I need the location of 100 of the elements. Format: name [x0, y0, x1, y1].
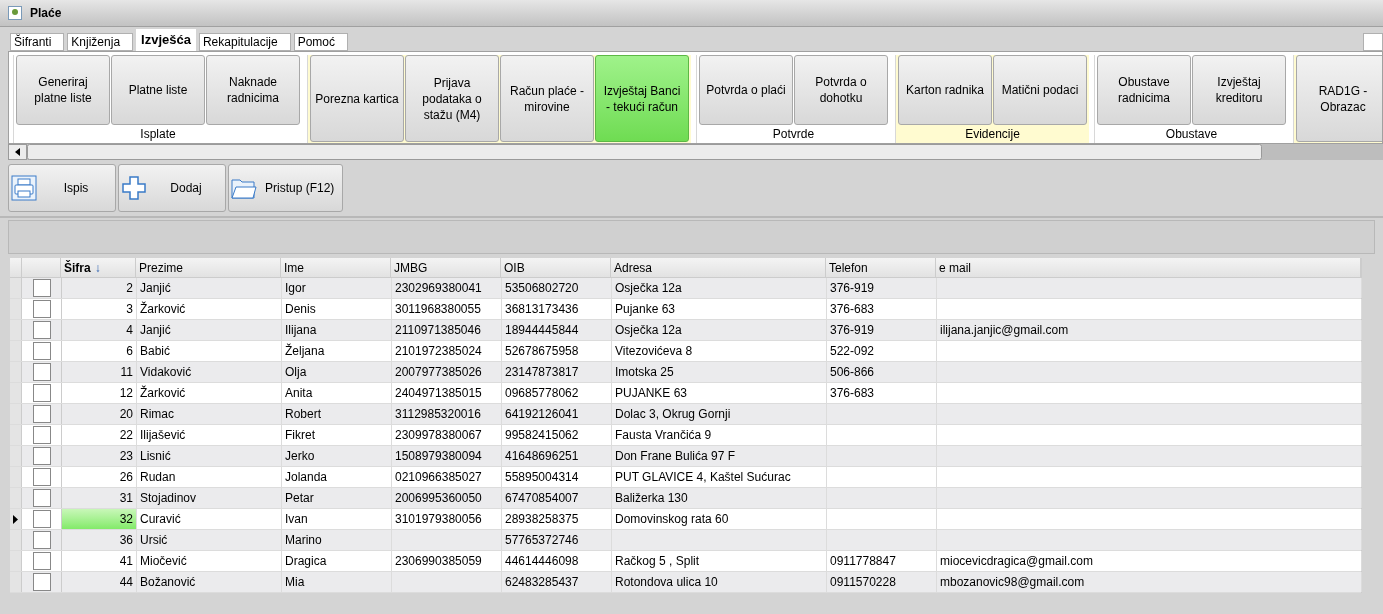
table-cell: 3112985320016 [392, 404, 502, 424]
ribbon-button[interactable]: Naknade radnicima [206, 55, 300, 125]
table-cell: 3101979380056 [392, 509, 502, 529]
toolbar-button[interactable]: Dodaj [118, 164, 226, 212]
ribbon-group-label: Obustave [1164, 126, 1219, 142]
table-cell: 11 [62, 362, 137, 382]
row-checkbox[interactable] [32, 426, 51, 444]
table-cell: 2309978380067 [392, 425, 502, 445]
table-cell: 22 [62, 425, 137, 445]
table-cell: Rotondova ulica 10 [612, 572, 827, 592]
ribbon-button[interactable]: Obustave radnicima [1097, 55, 1191, 125]
table-cell: Žarković [137, 299, 282, 319]
table-cell: 52678675958 [502, 341, 612, 361]
ribbon-button[interactable]: Izvještaj Banci - tekući račun [595, 55, 689, 142]
row-checkbox[interactable] [32, 573, 51, 591]
ribbon-button[interactable]: Karton radnika [898, 55, 992, 125]
row-checkbox[interactable] [32, 384, 51, 402]
column-header[interactable]: Prezime [136, 258, 281, 277]
ribbon-button[interactable]: Potvrda o dohotku [794, 55, 888, 125]
ribbon-button[interactable]: RAD1G - Obrazac [1296, 55, 1382, 142]
row-checkbox[interactable] [32, 510, 51, 528]
table-cell: Olja [282, 362, 392, 382]
table-cell: Božanović [137, 572, 282, 592]
table-cell: 376-919 [827, 320, 937, 340]
tab[interactable]: Izvješća [136, 29, 196, 51]
table-cell: Pujanke 63 [612, 299, 827, 319]
table-cell: Fausta Vrančića 9 [612, 425, 827, 445]
table-cell: PUJANKE 63 [612, 383, 827, 403]
table-cell: 36 [62, 530, 137, 550]
column-header[interactable]: JMBG [391, 258, 501, 277]
table-cell: Osječka 12a [612, 320, 827, 340]
horizontal-scrollbar[interactable] [8, 144, 1383, 160]
row-checkbox[interactable] [32, 552, 51, 570]
toolbar-button[interactable]: Ispis [8, 164, 116, 212]
table-cell: 2 [62, 278, 137, 298]
row-checkbox[interactable] [32, 363, 51, 381]
table-cell: Vidaković [137, 362, 282, 382]
table-cell: 2007977385026 [392, 362, 502, 382]
row-checkbox[interactable] [32, 279, 51, 297]
table-cell: 18944445844 [502, 320, 612, 340]
table-cell: 376-683 [827, 383, 937, 403]
tab[interactable]: Šifranti [10, 33, 65, 51]
ribbon-group-label: Potvrde [771, 126, 816, 142]
row-header[interactable] [10, 509, 22, 529]
blank-field[interactable] [1363, 33, 1383, 51]
ribbon-button[interactable]: Račun plaće - mirovine [500, 55, 594, 142]
table-cell: 23147873817 [502, 362, 612, 382]
ribbon-button[interactable]: Potvrda o plaći [699, 55, 793, 125]
table-cell: PUT GLAVICE 4, Kaštel Sućurac [612, 467, 827, 487]
ribbon-button[interactable]: Matični podaci [993, 55, 1087, 125]
row-checkbox[interactable] [32, 342, 51, 360]
ribbon-button[interactable]: Generiraj platne liste [16, 55, 110, 125]
table-cell: 26 [62, 467, 137, 487]
column-header[interactable]: Ime [281, 258, 391, 277]
table-cell: Anita [282, 383, 392, 403]
column-header[interactable]: e mail [936, 258, 1361, 277]
toolbar-button[interactable]: Pristup (F12) [228, 164, 344, 212]
ribbon-button[interactable]: Izvještaj kreditoru [1192, 55, 1286, 125]
table-cell: Denis [282, 299, 392, 319]
table-cell: ilijana.janjic@gmail.com [937, 320, 1362, 340]
table-cell: 20 [62, 404, 137, 424]
table-cell: Janjić [137, 320, 282, 340]
row-checkbox[interactable] [32, 321, 51, 339]
table-cell: 23 [62, 446, 137, 466]
table-cell: 53506802720 [502, 278, 612, 298]
column-header[interactable]: Šifra ↓ [61, 258, 136, 277]
ribbon-button[interactable]: Prijava podataka o stažu (M4) [405, 55, 499, 142]
column-header[interactable]: Telefon [826, 258, 936, 277]
table-cell: Fikret [282, 425, 392, 445]
table-cell: Ursić [137, 530, 282, 550]
table-cell: 1508979380094 [392, 446, 502, 466]
column-header[interactable]: Adresa [611, 258, 826, 277]
row-checkbox[interactable] [32, 300, 51, 318]
plus-icon [121, 175, 147, 201]
row-checkbox[interactable] [32, 489, 51, 507]
table-cell: 0911778847 [827, 551, 937, 571]
sort-indicator: ↓ [94, 259, 101, 277]
table-cell: Lisnić [137, 446, 282, 466]
row-checkbox[interactable] [32, 531, 51, 549]
table-cell: 41 [62, 551, 137, 571]
tab[interactable]: Knjiženja [67, 33, 134, 51]
row-checkbox[interactable] [32, 405, 51, 423]
table-cell: Jolanda [282, 467, 392, 487]
table-cell: 64192126041 [502, 404, 612, 424]
table-cell: 522-092 [827, 341, 937, 361]
row-checkbox[interactable] [32, 468, 51, 486]
column-header[interactable]: OIB [501, 258, 611, 277]
table-cell: 3011968380055 [392, 299, 502, 319]
table-cell: Ivan [282, 509, 392, 529]
tab[interactable]: Rekapitulacije [198, 33, 291, 51]
table-cell: Janjić [137, 278, 282, 298]
table-cell: 2404971385015 [392, 383, 502, 403]
table-cell: Igor [282, 278, 392, 298]
tab[interactable]: Pomoć [293, 33, 348, 51]
row-checkbox[interactable] [32, 447, 51, 465]
ribbon-button[interactable]: Platne liste [111, 55, 205, 125]
table-cell: Stojadinov [137, 488, 282, 508]
table-cell: 32 [62, 509, 137, 529]
ribbon-button[interactable]: Porezna kartica [310, 55, 404, 142]
table-cell: Marino [282, 530, 392, 550]
